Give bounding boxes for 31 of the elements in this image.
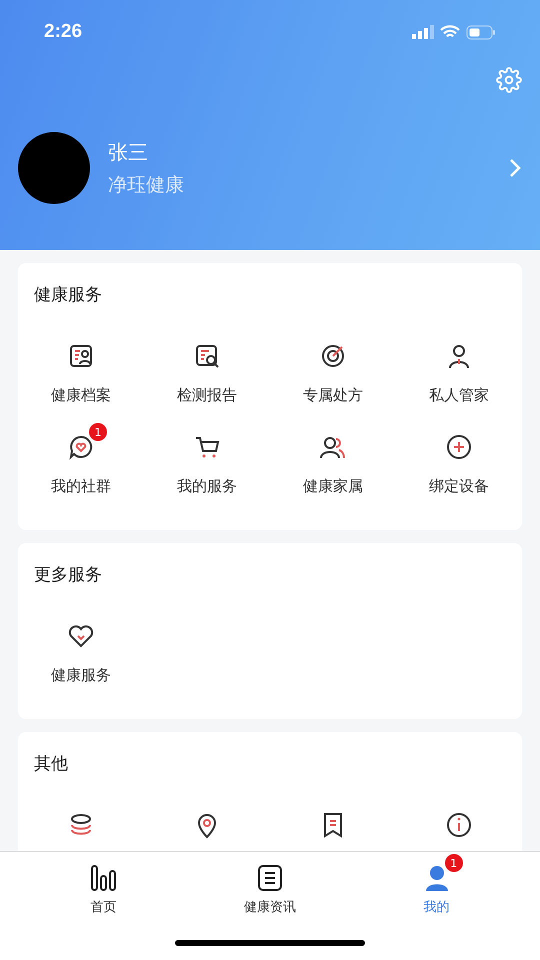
- user-name: 张三: [108, 138, 149, 166]
- notification-badge: 1: [444, 854, 463, 872]
- service-label[interactable]: 绑定设备: [429, 477, 489, 496]
- wifi-icon: [440, 25, 460, 39]
- service-label[interactable]: 专属处方: [303, 386, 363, 405]
- tab[interactable]: 首页: [43, 852, 164, 916]
- section-title: 健康服务: [33, 284, 103, 306]
- document-icon: [256, 864, 284, 892]
- tab[interactable]: 1 我的: [376, 852, 497, 916]
- info-icon[interactable]: [445, 811, 473, 839]
- service-label[interactable]: 私人管家: [429, 386, 489, 405]
- notification-badge: 1: [89, 423, 107, 441]
- service-label[interactable]: 我的服务: [177, 477, 237, 496]
- user-subtitle: 净珏健康: [108, 172, 185, 198]
- service-label[interactable]: 健康档案: [51, 386, 111, 405]
- service-label[interactable]: 检测报告: [177, 386, 237, 405]
- chat-heart-icon: [67, 433, 95, 461]
- tab[interactable]: 健康资讯: [210, 852, 330, 916]
- profile-card-icon: [67, 342, 95, 370]
- bar-chart-icon: [89, 864, 118, 892]
- service-label[interactable]: 我的社群: [51, 477, 111, 496]
- section-title: 更多服务: [33, 564, 103, 586]
- battery-icon: [466, 24, 496, 40]
- status-time: 2:26: [44, 21, 82, 43]
- section-title: 其他: [33, 753, 69, 775]
- add-circle-icon: [445, 433, 473, 461]
- service-label[interactable]: 健康服务: [51, 666, 111, 685]
- signal-icon: [412, 25, 434, 39]
- target-icon: [319, 342, 347, 370]
- service-label[interactable]: 健康家属: [303, 477, 363, 496]
- report-search-icon: [193, 342, 221, 370]
